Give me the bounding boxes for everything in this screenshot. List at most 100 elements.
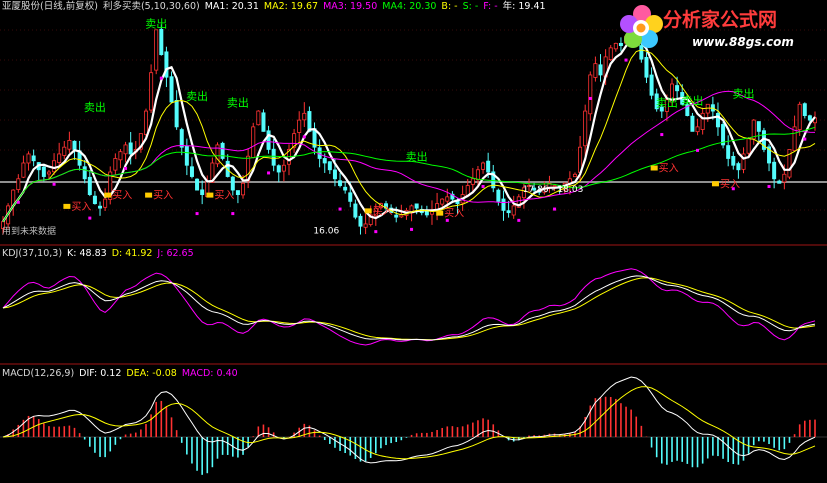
kdj-j-line [2,268,816,346]
macd-layer [0,376,827,475]
buy-signal: 买入 [444,208,464,220]
kdj-k: K: 48.83 [67,248,107,259]
candle-body [731,156,736,166]
s-value: S: - [462,1,479,12]
sell-signal: 卖出 [227,96,249,110]
candle-body [128,142,133,155]
candle-body [445,196,450,202]
sell-signal: 卖出 [733,87,755,101]
macd-header: MACD(12,26,9) DIF: 0.12 DEA: -0.08 MACD: 0.… [2,367,243,381]
buy-marker [63,203,71,209]
signal-dot [553,207,557,211]
buy-marker [104,192,112,198]
signal-dot [696,148,700,152]
candle-body [572,173,577,178]
candle-body [98,205,103,209]
candle-body [338,180,343,186]
sell-signal: 卖出 [145,17,167,31]
signal-dot [588,96,592,100]
ma3-value: MA3: 19.50 [323,1,378,12]
candle-body [511,205,516,216]
candle-body [230,176,235,191]
candle-body [690,115,695,132]
nian-value: 年: 19.41 [502,1,546,12]
candle-body [302,112,307,121]
signal-dot [124,166,128,170]
candle-body [475,169,480,181]
signal-dot [731,187,735,191]
sell-signal: 卖出 [656,96,678,110]
candle-body [261,112,266,132]
price-label: 16.06 [313,226,339,236]
sell-signal: 卖出 [186,89,208,103]
candle-body [736,163,741,171]
kdj-k-line [2,275,816,341]
candle-body [343,186,348,191]
candle-body [123,144,128,155]
buy-marker [711,181,719,187]
candle-body [92,195,97,205]
kdj-layer [2,268,816,346]
candle-body [797,103,802,130]
buy-signal: 买入 [112,190,132,202]
candle-body [297,119,302,133]
f-value: F: - [483,1,498,12]
candle-body [322,158,327,164]
candle-body [31,155,36,162]
site-logo: 分析家公式网 www.88gs.com [616,2,821,54]
buy-signal: 买入 [71,201,91,213]
price-label: 17.86 - 18.03 [523,185,584,195]
candle-body [802,103,807,116]
candle-body [200,189,205,195]
buy-signal: 买入 [720,178,740,190]
signal-dot [624,58,628,62]
ma2-value: MA2: 19.67 [263,1,319,12]
candle-body [506,210,511,214]
candle-body [414,203,419,209]
sell-signal: 卖出 [84,100,106,114]
kdj-name: KDJ(37,10,3) [2,248,63,259]
candle-body [113,158,118,171]
buy-signal: 买入 [659,163,679,175]
signal-dot [517,218,521,222]
signal-dot [88,216,92,220]
signal-dot [374,230,378,234]
candle-body [256,110,261,126]
candle-body [695,126,700,133]
buy-marker [436,210,444,216]
buy-marker [650,165,658,171]
signal-dot [16,200,20,204]
candle-body [363,223,368,228]
logo-url: www.88gs.com [692,35,794,49]
buy-signal: 买入 [373,205,393,217]
candle-body [281,164,286,172]
candle-body [675,85,680,92]
candle-body [726,145,731,159]
candle-body [57,153,62,163]
candle-body [644,56,649,78]
candle-body [777,180,782,184]
macd-name: MACD(12,26,9) [2,368,75,379]
future-data-note: 用到未来数据 [2,227,57,237]
candle-body [588,74,593,115]
candle-body [174,99,179,128]
indicator-name: 利多买卖(5,10,30,60) [102,1,200,12]
signal-dot [767,184,771,188]
candle-body [159,28,164,56]
kdj-j: J: 62.65 [157,248,194,259]
candle-body [782,173,787,183]
stock-name: 亚厦股份(日线,前复权) [2,1,98,12]
candle-body [266,130,271,150]
candle-body [72,140,77,150]
candle-body [486,160,491,173]
candle-body [700,112,705,130]
candle-body [184,145,189,166]
buy-signal: 买入 [153,190,173,202]
candle-body [399,214,404,218]
buy-marker [206,192,214,198]
b-value: B: - [441,1,458,12]
sell-signal: 卖出 [681,93,703,107]
sell-signal: 卖出 [406,150,428,164]
candle-body [26,153,31,164]
kdj-header: KDJ(37,10,3) K: 48.83 D: 41.92 J: 62.65 [2,247,199,261]
